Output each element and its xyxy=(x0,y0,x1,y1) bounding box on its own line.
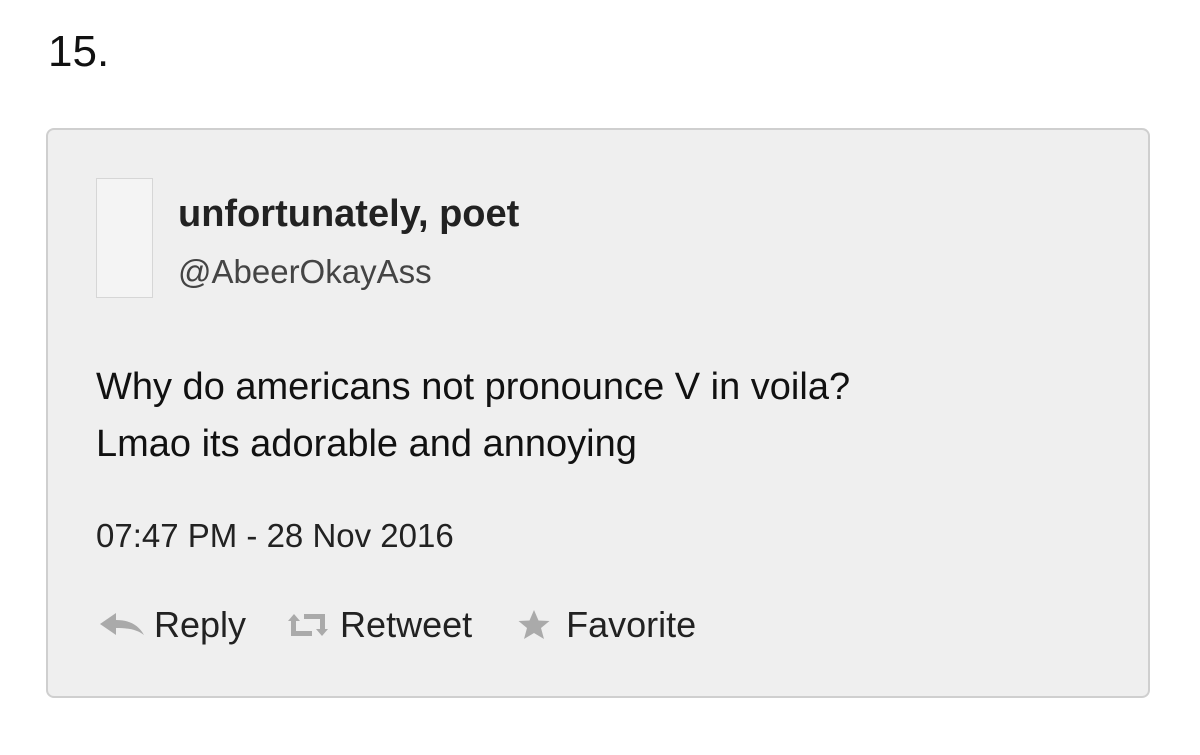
tweet-text-line: Lmao its adorable and annoying xyxy=(96,423,637,465)
tweet-actions: Reply Retweet Favorite xyxy=(96,602,732,648)
avatar[interactable] xyxy=(96,178,153,298)
tweet-text-line: Why do americans not pronounce V in voil… xyxy=(96,366,851,408)
item-number: 15. xyxy=(48,27,110,76)
retweet-button[interactable]: Retweet xyxy=(282,603,472,647)
star-icon xyxy=(508,607,560,643)
page: 15. unfortunately, poet @AbeerOkayAss Wh… xyxy=(0,0,1200,755)
favorite-button[interactable]: Favorite xyxy=(508,603,696,647)
user-handle[interactable]: @AbeerOkayAss xyxy=(178,252,432,292)
display-name[interactable]: unfortunately, poet xyxy=(178,192,519,236)
reply-label: Reply xyxy=(154,604,247,645)
reply-icon xyxy=(96,607,148,643)
favorite-label: Favorite xyxy=(566,604,697,645)
tweet-card: unfortunately, poet @AbeerOkayAss Why do… xyxy=(46,128,1150,698)
timestamp[interactable]: 07:47 PM - 28 Nov 2016 xyxy=(96,516,454,556)
reply-button[interactable]: Reply xyxy=(96,603,246,647)
retweet-label: Retweet xyxy=(340,604,473,645)
tweet-text: Why do americans not pronounce V in voil… xyxy=(96,359,1096,473)
retweet-icon xyxy=(282,607,334,643)
